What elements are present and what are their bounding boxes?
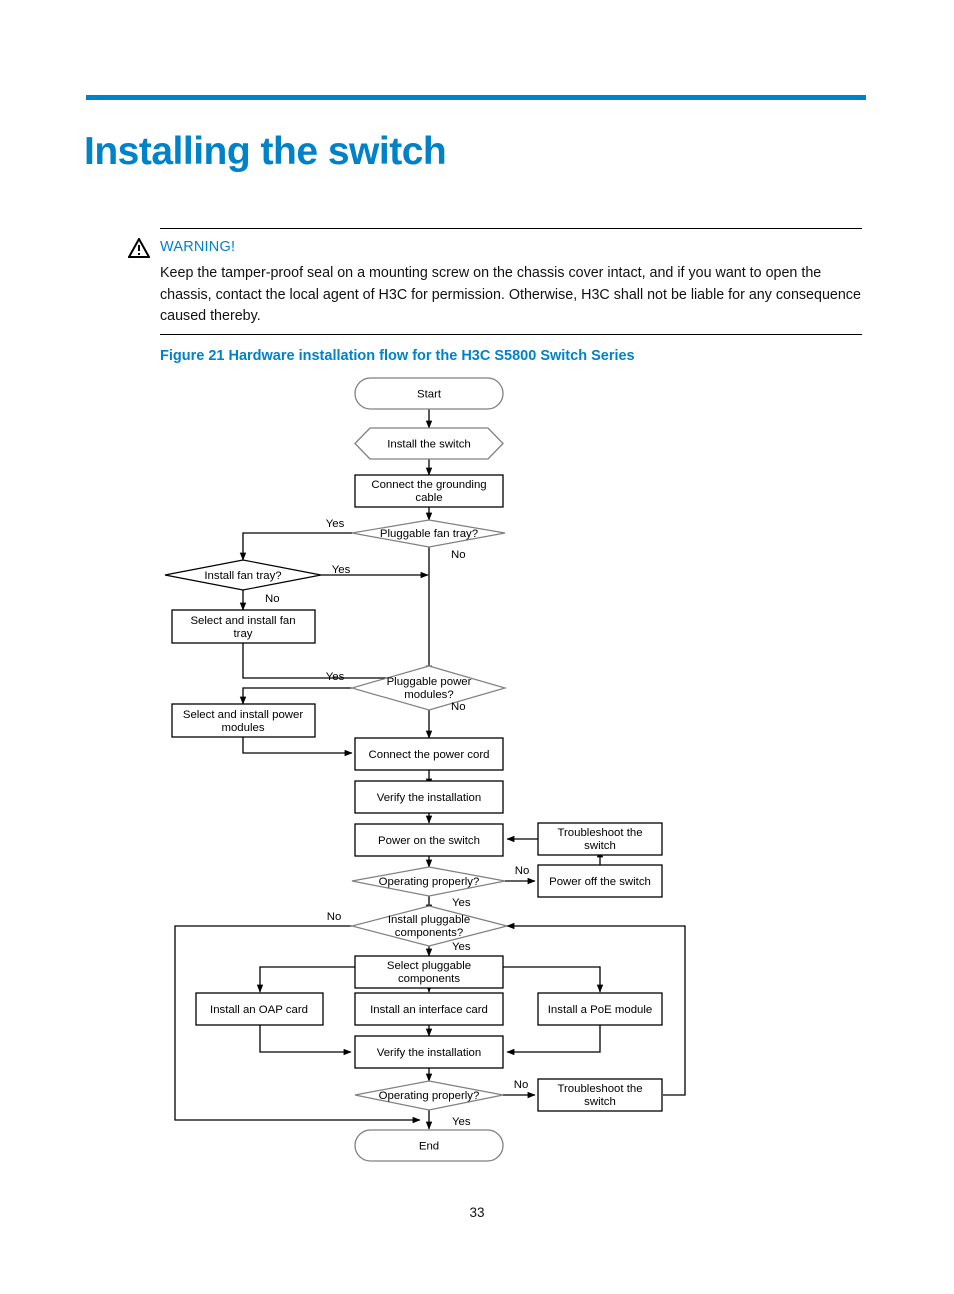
flow-node-connect-grounding-line1: Connect the grounding xyxy=(371,479,486,491)
flow-node-power-off-switch-label: Power off the switch xyxy=(549,876,651,888)
edge-label-pluggable-no: No xyxy=(327,911,342,923)
flow-node-pluggable-fan-tray-label: Pluggable fan tray? xyxy=(380,528,478,540)
flow-node-pluggable-power-line1: Pluggable power xyxy=(387,676,472,688)
flowchart-figure: Start Install the switch Connect the gro… xyxy=(0,370,954,1180)
page-title: Installing the switch xyxy=(84,130,447,174)
flow-node-operating-properly-1: Operating properly? xyxy=(351,866,506,897)
edge-label-power-yes: Yes xyxy=(326,671,345,683)
warning-body-text: Keep the tamper-proof seal on a mounting… xyxy=(160,265,861,325)
flow-node-install-fan-tray: Install fan tray? xyxy=(164,559,322,591)
warning-triangle-icon xyxy=(128,238,150,258)
flow-node-install-pluggable-line2: components? xyxy=(395,927,463,939)
flow-node-pluggable-power-line2: modules? xyxy=(404,689,453,701)
flow-node-verify-installation-1-label: Verify the installation xyxy=(377,792,481,804)
flow-node-install-poe-module: Install a PoE module xyxy=(537,992,663,1026)
flow-node-operating-properly-2: Operating properly? xyxy=(354,1080,504,1111)
flow-node-power-on-switch: Power on the switch xyxy=(354,823,504,857)
warning-label: WARNING! xyxy=(160,239,236,255)
flow-node-select-install-power-modules: Select and install power modules Select … xyxy=(171,703,316,738)
flow-node-connect-grounding-line2: cable xyxy=(415,492,442,504)
edge-label-fan-no: No xyxy=(451,549,466,561)
flow-node-select-pluggable-line2: components xyxy=(398,973,460,985)
flow-node-install-switch-label: Install the switch xyxy=(387,439,471,451)
flow-node-troubleshoot-1-line2: switch xyxy=(584,840,616,852)
flow-node-verify-installation-2: Verify the installation xyxy=(354,1035,504,1069)
flow-node-troubleshoot-switch-1: Troubleshoot the switch Troubleshoot the… xyxy=(537,822,663,856)
flow-node-install-fan-tray-label: Install fan tray? xyxy=(204,570,281,582)
edge-label-install-fan-no: No xyxy=(265,593,280,605)
flow-node-power-off-switch: Power off the switch xyxy=(537,864,663,898)
flow-node-operating-properly-1-label: Operating properly? xyxy=(379,876,480,888)
flow-node-select-fan-line2: tray xyxy=(234,628,253,640)
flow-node-install-oap-card-label: Install an OAP card xyxy=(210,1004,308,1016)
flow-node-verify-installation-1: Verify the installation xyxy=(354,780,504,814)
flow-node-start-label: Start xyxy=(417,389,442,401)
edge-label-power-no: No xyxy=(451,701,466,713)
flow-node-select-power-line1: Select and install power xyxy=(183,709,304,721)
flow-node-install-interface-card-label: Install an interface card xyxy=(370,1004,488,1016)
edge-label-op1-yes: Yes xyxy=(452,897,471,909)
flow-node-connect-power-cord-label: Connect the power cord xyxy=(369,749,490,761)
flow-node-end-label: End xyxy=(419,1141,439,1153)
edge-label-op2-yes: Yes xyxy=(452,1116,471,1128)
flow-node-select-fan-line1: Select and install fan xyxy=(190,615,295,627)
edge-label-install-fan-yes: Yes xyxy=(332,564,351,576)
flow-node-connect-power-cord: Connect the power cord xyxy=(354,737,504,771)
flow-node-install-pluggable-line1: Install pluggable xyxy=(388,914,470,926)
title-accent-rule xyxy=(86,95,866,100)
flow-node-troubleshoot-2-line1: Troubleshoot the xyxy=(557,1083,642,1095)
flow-node-troubleshoot-2-line2: switch xyxy=(584,1096,616,1108)
warning-bottom-divider xyxy=(160,334,862,336)
flow-node-operating-properly-2-label: Operating properly? xyxy=(379,1090,480,1102)
flow-node-verify-installation-2-label: Verify the installation xyxy=(377,1047,481,1059)
flow-node-install-switch: Install the switch xyxy=(354,427,504,460)
flow-node-power-on-switch-label: Power on the switch xyxy=(378,835,480,847)
edge-label-fan-yes: Yes xyxy=(326,518,345,530)
warning-admonition: WARNING! Keep the tamper-proof seal on a… xyxy=(128,228,862,336)
document-page: Installing the switch WARNING! Keep the … xyxy=(0,0,954,1294)
figure-caption: Figure 21 Hardware installation flow for… xyxy=(160,348,635,364)
edge-label-pluggable-yes: Yes xyxy=(452,941,471,953)
flow-node-select-power-line2: modules xyxy=(221,722,264,734)
flow-node-start: Start xyxy=(354,377,504,410)
page-number: 33 xyxy=(469,1205,485,1220)
flow-node-install-oap-card: Install an OAP card xyxy=(195,992,324,1026)
flow-node-install-interface-card: Install an interface card xyxy=(354,992,504,1026)
flow-node-install-poe-module-label: Install a PoE module xyxy=(548,1004,652,1016)
edge-label-op2-no: No xyxy=(514,1079,529,1091)
flow-node-end: End xyxy=(354,1129,504,1162)
flow-node-select-pluggable-line1: Select pluggable xyxy=(387,960,471,972)
flow-node-troubleshoot-1-line1: Troubleshoot the xyxy=(557,827,642,839)
flow-node-pluggable-fan-tray: Pluggable fan tray? xyxy=(351,519,506,548)
edge-label-op1-no: No xyxy=(515,865,530,877)
